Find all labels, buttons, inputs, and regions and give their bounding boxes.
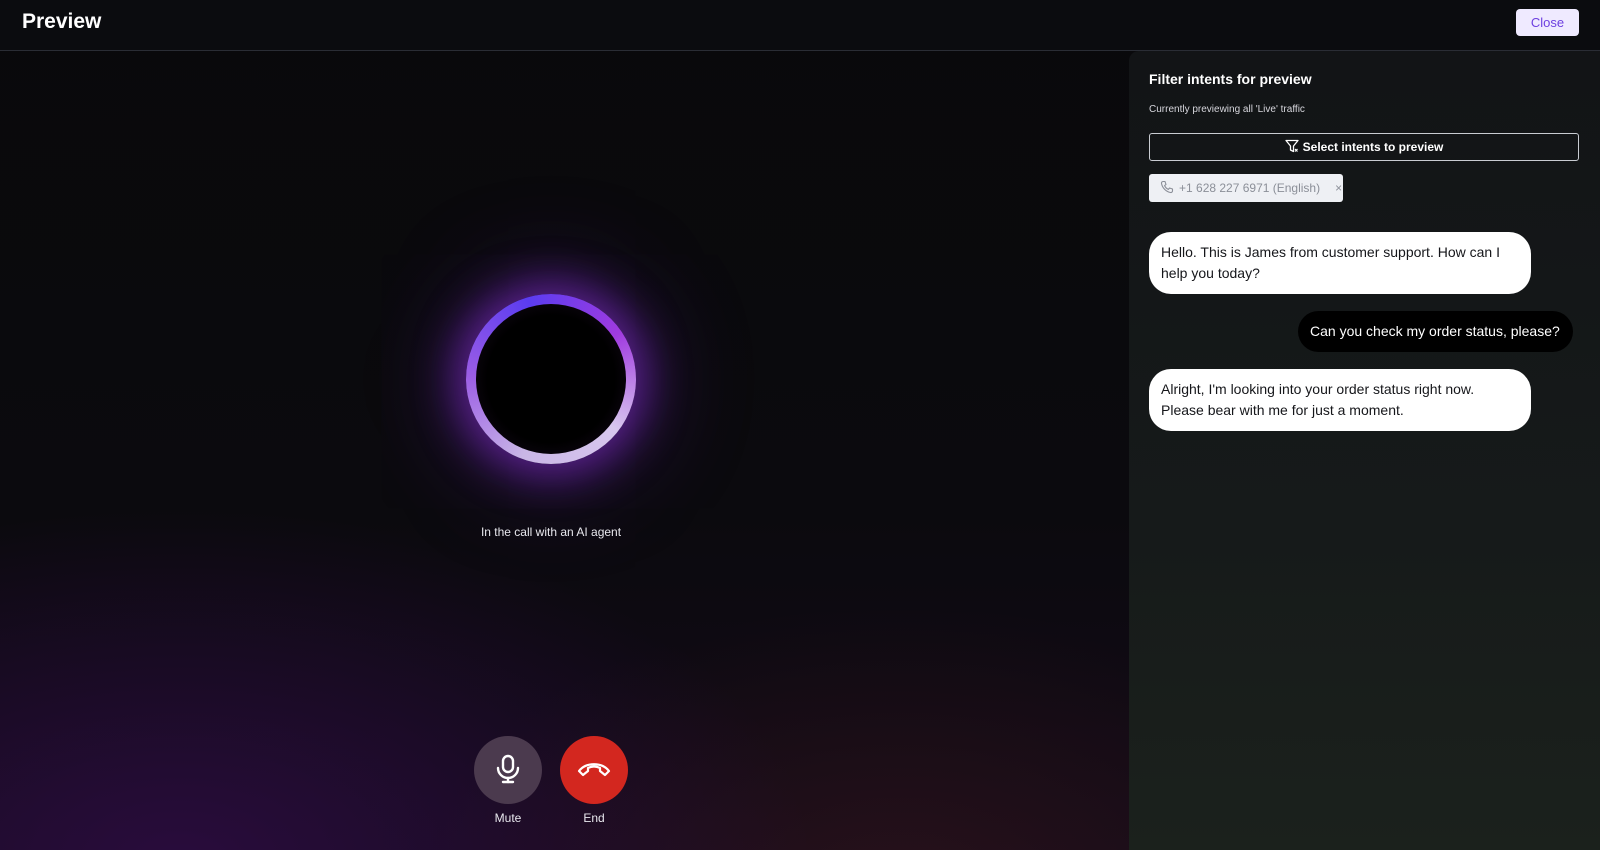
end-control: End [559,736,629,825]
intent-chip-label: +1 628 227 6971 (English) [1179,181,1321,195]
app-window: Preview Close In the call with an AI age… [0,0,1600,850]
voice-orb-center [476,304,626,454]
mute-label: Mute [494,811,522,825]
preview-panel: Filter intents for preview Currently pre… [1129,51,1600,850]
call-status-text: In the call with an AI agent [480,525,622,539]
agent-message: Alright, I'm looking into your order sta… [1149,369,1531,431]
intent-chip: +1 628 227 6971 (English) × [1149,174,1343,202]
phone-icon [1160,180,1174,197]
mute-control: Mute [473,736,543,825]
close-icon[interactable]: × [1335,181,1342,195]
panel-title: Filter intents for preview [1149,71,1312,87]
mute-button[interactable] [474,736,542,804]
end-label: End [583,811,605,825]
call-area: In the call with an AI agent Mute End [0,51,1129,850]
end-call-button[interactable] [560,736,628,804]
hang-up-icon [576,759,612,782]
microphone-icon [494,754,522,787]
user-message: Can you check my order status, please? [1298,311,1573,352]
filter-icon [1284,139,1299,156]
close-button[interactable]: Close [1516,9,1579,36]
top-bar: Preview Close [0,0,1600,51]
select-intents-button[interactable]: Select intents to preview [1149,133,1579,161]
agent-message: Hello. This is James from customer suppo… [1149,232,1531,294]
select-intents-label: Select intents to preview [1302,140,1444,154]
voice-orb [466,294,636,464]
page-title: Preview [22,10,102,33]
panel-subtitle: Currently previewing all 'Live' traffic [1149,104,1305,115]
